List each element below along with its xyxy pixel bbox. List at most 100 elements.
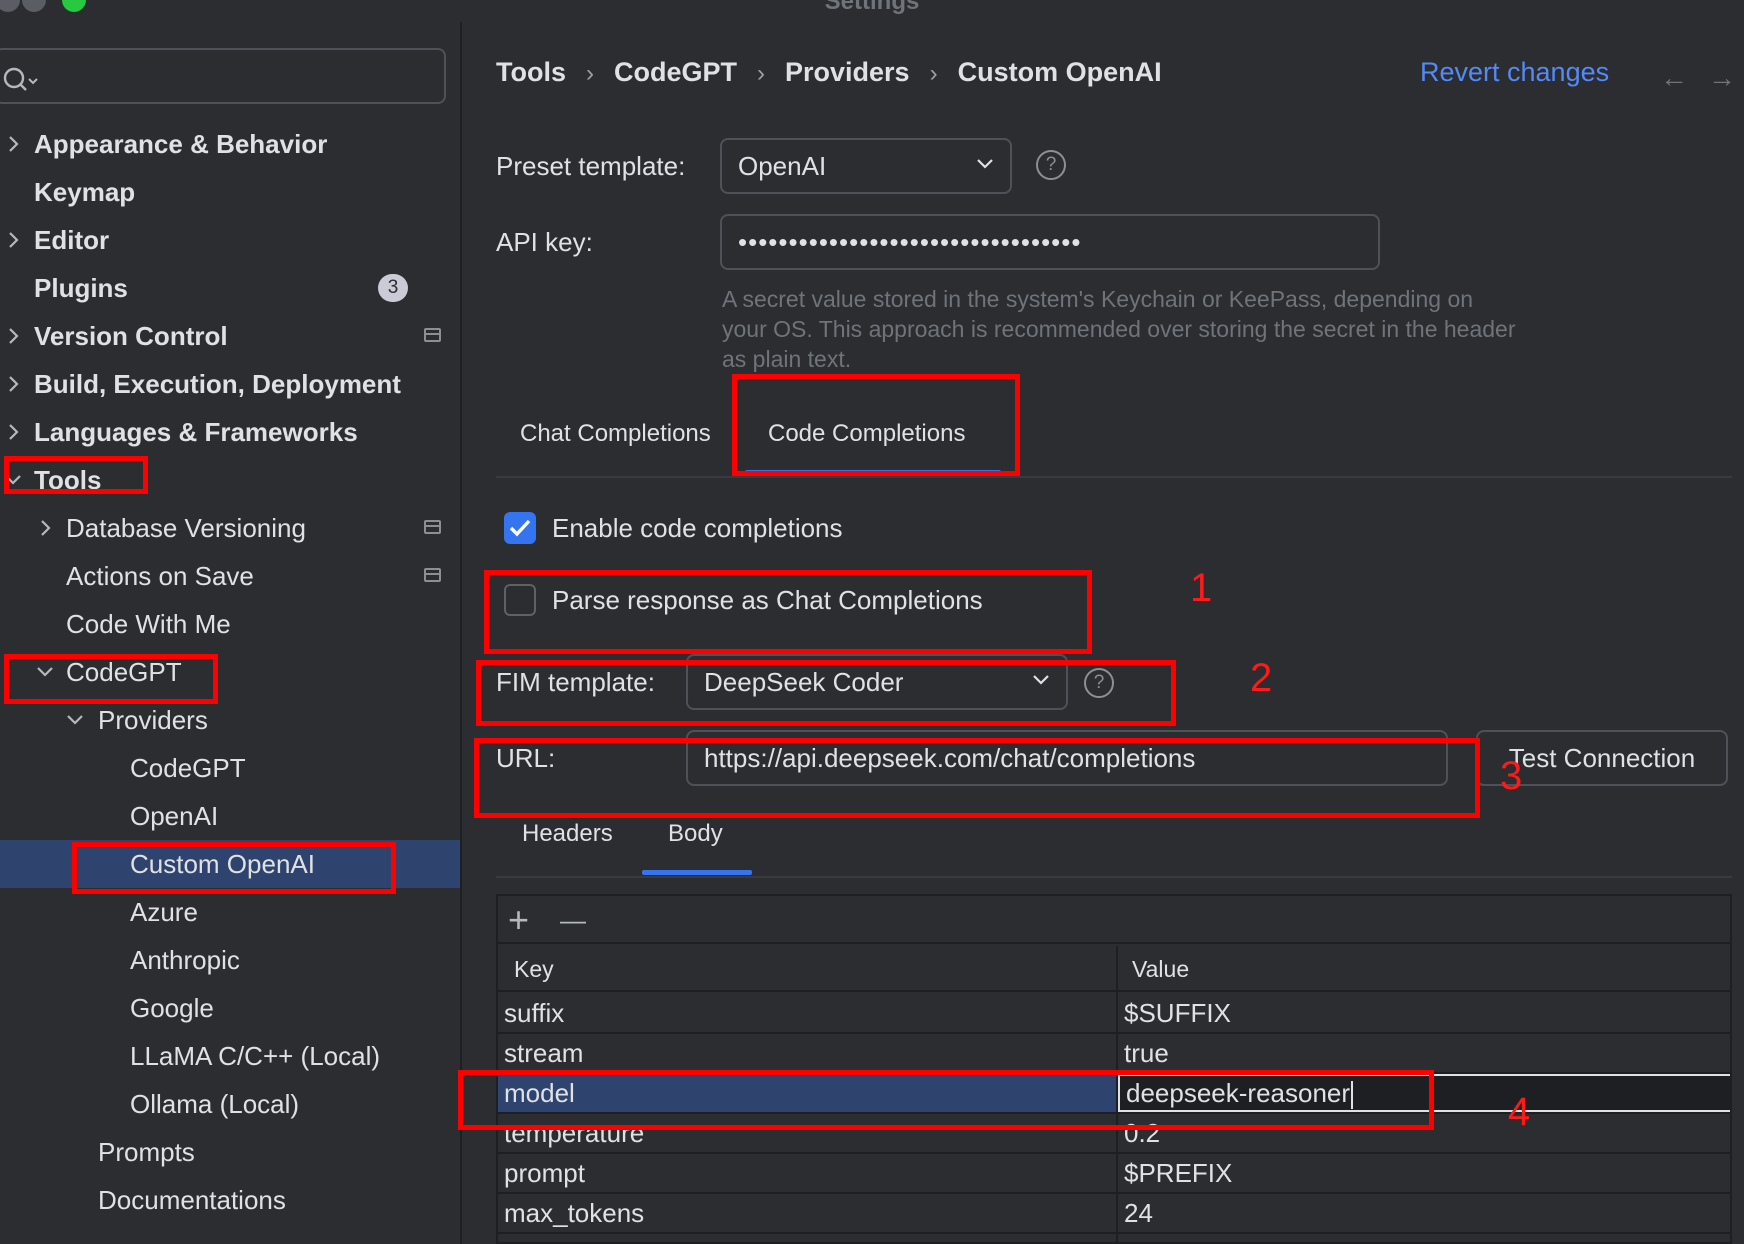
api-key-hint: A secret value stored in the system's Ke… <box>722 286 1516 372</box>
annotation-box-custom-openai <box>72 842 396 894</box>
search-icon <box>3 67 38 91</box>
key-cell[interactable]: stream <box>498 1034 1116 1072</box>
sidebar-item[interactable]: Database Versioning <box>0 504 460 552</box>
chevron-right-icon: › <box>586 60 594 87</box>
chevron-right-icon[interactable] <box>2 312 26 360</box>
annotation-number: 3 <box>1500 754 1523 798</box>
sidebar-item-label: OpenAI <box>130 801 219 831</box>
back-arrow-icon[interactable]: ← <box>1660 64 1688 92</box>
table-row[interactable]: max_tokens 24 <box>498 1194 1730 1234</box>
project-level-icon <box>424 328 441 342</box>
chevron-down-icon <box>977 159 993 169</box>
sidebar-item-label: Prompts <box>98 1137 195 1167</box>
enable-code-completions-checkbox[interactable] <box>504 512 536 544</box>
chevron-right-icon[interactable] <box>2 360 26 408</box>
breadcrumb-item[interactable]: Tools <box>496 48 566 96</box>
sidebar-item[interactable]: CodeGPT <box>0 744 460 792</box>
annotation-box-code-completions-tab <box>732 374 1020 476</box>
value-text: true <box>1124 1038 1169 1068</box>
key-cell[interactable]: prompt <box>498 1154 1116 1192</box>
table-row[interactable]: suffix $SUFFIX <box>498 994 1730 1034</box>
updates-count-badge: 3 <box>378 274 408 302</box>
table-row[interactable]: prompt $PREFIX <box>498 1154 1730 1194</box>
chevron-right-icon: › <box>757 60 766 87</box>
sidebar-item[interactable]: Editor <box>0 216 460 264</box>
enable-code-completions-label[interactable]: Enable code completions <box>552 508 843 548</box>
sidebar-item[interactable]: Version Control <box>0 312 460 360</box>
preset-template-dropdown[interactable]: OpenAI <box>720 138 1012 194</box>
sidebar-item-label: Editor <box>34 225 110 255</box>
checkmark-icon <box>509 519 531 537</box>
tab-chat-completions[interactable]: Chat Completions <box>520 414 711 454</box>
annotation-number: 2 <box>1250 656 1273 700</box>
chevron-right-icon[interactable] <box>2 408 26 456</box>
tabs-divider <box>496 476 1732 478</box>
chevron-right-icon[interactable] <box>34 504 58 552</box>
annotation-box-url <box>474 738 1480 818</box>
sidebar-item[interactable]: Prompts <box>0 1128 460 1176</box>
sidebar-item-label: LLaMA C/C++ (Local) <box>130 1041 381 1071</box>
sidebar-item[interactable]: Languages & Frameworks <box>0 408 460 456</box>
remove-row-button[interactable]: — <box>560 900 586 940</box>
key-cell[interactable]: suffix <box>498 994 1116 1032</box>
tab-body[interactable]: Body <box>668 814 723 854</box>
sidebar-item-label: Languages & Frameworks <box>34 417 358 447</box>
column-header-value[interactable]: Value <box>1132 946 1189 992</box>
tab-headers[interactable]: Headers <box>522 814 613 854</box>
settings-sidebar: Appearance & Behavior Keymap Editor Plugins… <box>0 22 462 1244</box>
project-level-icon <box>424 568 441 582</box>
annotation-number: 4 <box>1508 1090 1531 1134</box>
subtabs-divider <box>496 876 1732 878</box>
sidebar-item[interactable]: Build, Execution, Deployment <box>0 360 460 408</box>
sidebar-item-label: Actions on Save <box>66 561 254 591</box>
sidebar-item[interactable]: Google <box>0 984 460 1032</box>
value-cell[interactable]: $SUFFIX <box>1118 994 1730 1032</box>
breadcrumb-item[interactable]: CodeGPT <box>614 48 737 96</box>
sidebar-item[interactable]: Ollama (Local) <box>0 1080 460 1128</box>
value-cell[interactable]: true <box>1118 1034 1730 1072</box>
sidebar-item[interactable]: Actions on Save <box>0 552 460 600</box>
sidebar-item-label: Keymap <box>34 177 136 207</box>
chevron-right-icon[interactable] <box>2 120 26 168</box>
value-cell[interactable]: 24 <box>1118 1194 1730 1232</box>
project-level-icon <box>424 520 441 534</box>
forward-arrow-icon[interactable]: → <box>1708 64 1736 92</box>
settings-search-input[interactable] <box>0 48 446 104</box>
sidebar-item-label: Database Versioning <box>66 513 306 543</box>
body-params-table: + — Key Value suffix $SUFFIX stream true mod… <box>496 894 1732 1244</box>
key-cell[interactable]: max_tokens <box>498 1194 1116 1232</box>
value-text: 24 <box>1124 1198 1153 1228</box>
sidebar-item-label: CodeGPT <box>130 753 246 783</box>
window-title: Settings <box>824 0 920 15</box>
sidebar-item[interactable]: Anthropic <box>0 936 460 984</box>
sidebar-item[interactable]: Keymap <box>0 168 460 216</box>
sidebar-item[interactable]: LLaMA C/C++ (Local) <box>0 1032 460 1080</box>
title-bar: Settings <box>0 0 1744 22</box>
breadcrumb-item[interactable]: Providers <box>785 48 910 96</box>
sidebar-item[interactable]: Code With Me <box>0 600 460 648</box>
sidebar-item[interactable]: Documentations <box>0 1176 460 1224</box>
column-header-key[interactable]: Key <box>514 946 554 992</box>
sidebar-item[interactable]: OpenAI <box>0 792 460 840</box>
annotation-box-codegpt <box>4 654 218 704</box>
sidebar-item-label: Azure <box>130 897 198 927</box>
chevron-right-icon[interactable] <box>2 216 26 264</box>
revert-changes-link[interactable]: Revert changes <box>1420 48 1609 96</box>
annotation-box-model-row <box>458 1070 1434 1130</box>
annotation-number: 1 <box>1190 566 1213 610</box>
sidebar-item-label: Google <box>130 993 214 1023</box>
api-key-label: API key: <box>496 227 593 257</box>
sidebar-item[interactable]: Plugins 3 <box>0 264 460 312</box>
sidebar-item[interactable]: Appearance & Behavior <box>0 120 460 168</box>
breadcrumb-item: Custom OpenAI <box>957 57 1162 87</box>
api-key-field[interactable]: •••••••••••••••••••••••••••••••••• <box>720 214 1380 270</box>
sidebar-item[interactable]: Azure <box>0 888 460 936</box>
chevron-right-icon: › <box>929 60 938 87</box>
value-cell[interactable]: $PREFIX <box>1118 1154 1730 1192</box>
help-icon[interactable]: ? <box>1036 150 1066 180</box>
annotation-box-parse-response <box>484 570 1092 654</box>
table-row[interactable]: stream true <box>498 1034 1730 1074</box>
sidebar-item-label: Appearance & Behavior <box>34 129 328 159</box>
sidebar-item-label: Code With Me <box>66 609 231 639</box>
add-row-button[interactable]: + <box>508 900 529 940</box>
